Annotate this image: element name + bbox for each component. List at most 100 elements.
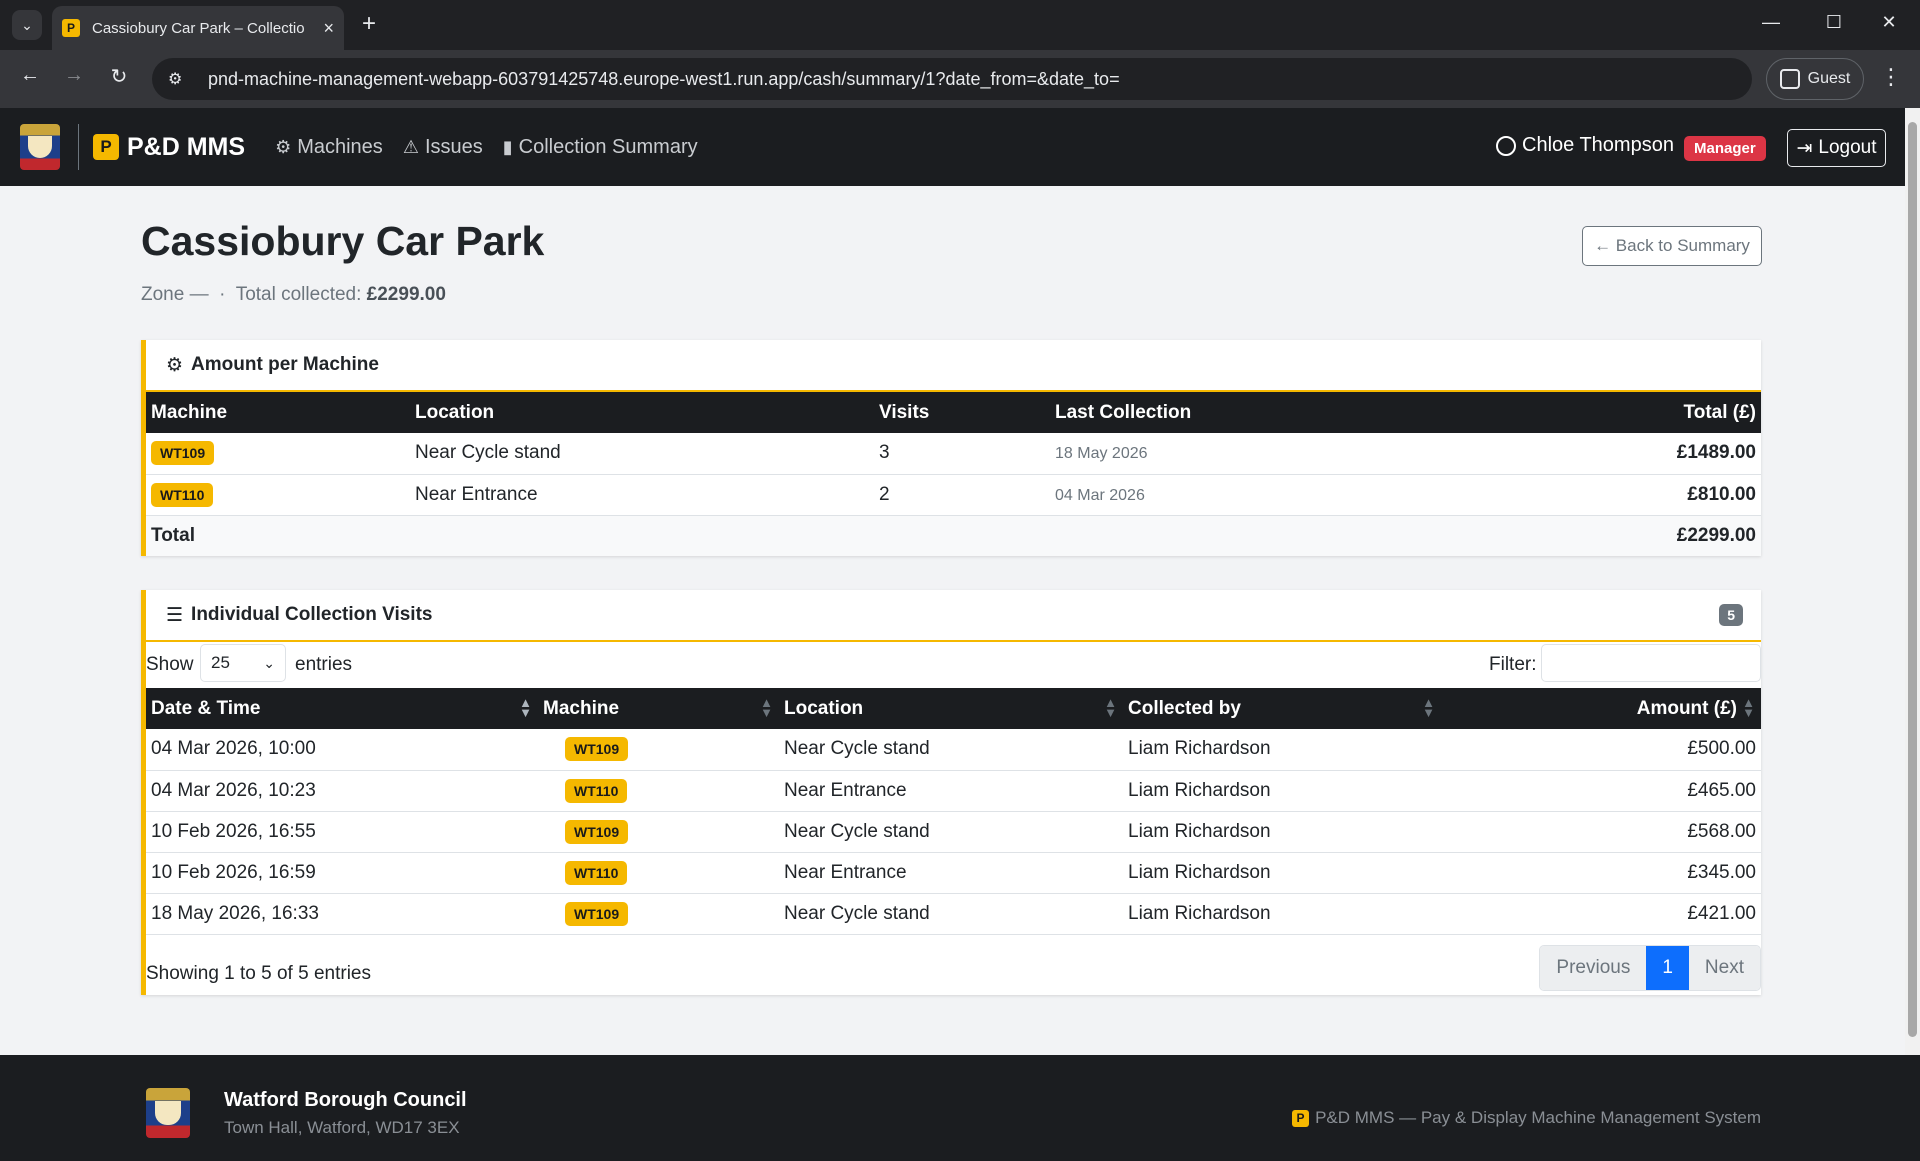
collector-cell: Liam Richardson — [1123, 770, 1441, 812]
reload-icon[interactable]: ↻ — [104, 64, 134, 89]
machine-badge[interactable]: WT110 — [565, 778, 628, 803]
user-menu[interactable]: Chloe Thompson — [1496, 134, 1674, 157]
sort-icon: ▲ ▼ — [1104, 695, 1117, 720]
location-cell: Near Cycle stand — [779, 729, 1123, 771]
user-circle-icon — [1496, 135, 1516, 156]
page-length-select[interactable]: 25 ⌄ — [200, 644, 286, 682]
sort-icon: ▲ ▼ — [760, 695, 773, 720]
council-crest-logo — [146, 1088, 190, 1138]
new-tab-plus-icon[interactable]: + — [354, 10, 384, 38]
page-title: Cassiobury Car Park — [141, 218, 545, 264]
logout-icon: ⇥ — [1796, 137, 1813, 159]
maximize-icon[interactable]: ☐ — [1819, 12, 1849, 33]
col-header: Visits — [879, 401, 930, 423]
total-collected-value: £2299.00 — [366, 284, 446, 305]
col-header: Total (£) — [1683, 401, 1756, 423]
last-collection-cell: 18 May 2026 — [1055, 445, 1148, 463]
machine-badge[interactable]: WT109 — [565, 901, 629, 926]
zone-text: Zone — — [141, 284, 209, 305]
profile-button[interactable]: Guest — [1766, 58, 1864, 100]
datetime-cell: 18 May 2026, 16:33 — [146, 893, 538, 935]
profile-icon — [1779, 69, 1800, 89]
back-to-summary-button[interactable]: ← Back to Summary — [1582, 226, 1762, 266]
minimize-icon[interactable]: — — [1756, 12, 1786, 33]
table-row: 10 Feb 2026, 16:55 WT109 Near Cycle stan… — [146, 811, 1761, 853]
machine-badge[interactable]: WT109 — [151, 441, 215, 466]
machine-badge[interactable]: WT109 — [565, 737, 629, 762]
browser-menu-icon[interactable]: ⋮ — [1880, 64, 1902, 90]
nav-link-collection-summary[interactable]: ▮ Collection Summary — [503, 136, 698, 159]
scrollbar-thumb[interactable] — [1908, 122, 1917, 1037]
col-header-datetime[interactable]: Date & Time ▲ ▼ — [146, 688, 538, 729]
total-cell: £810.00 — [1491, 474, 1761, 516]
sort-icon: ▲ ▼ — [1742, 695, 1755, 720]
window-close-icon[interactable]: ✕ — [1874, 12, 1904, 33]
total-label: Total collected: — [235, 284, 362, 305]
nav-link-label: Collection Summary — [518, 135, 698, 158]
table-total-row: Total £2299.00 — [146, 515, 1761, 556]
page-length-value: 25 — [211, 653, 230, 672]
col-header-amount[interactable]: Amount (£) ▲ ▼ — [1441, 688, 1761, 729]
url-text: pnd-machine-management-webapp-6037914257… — [208, 68, 1120, 89]
machine-badge[interactable]: WT110 — [151, 482, 214, 507]
col-header-machine[interactable]: Machine ▲ ▼ — [538, 688, 779, 729]
bar-chart-icon: ▮ — [502, 136, 513, 157]
machine-badge[interactable]: WT109 — [565, 819, 629, 844]
col-header: Location — [415, 401, 495, 423]
tab-favicon: P — [62, 19, 80, 37]
datetime-cell: 04 Mar 2026, 10:23 — [146, 770, 538, 812]
amount-cell: £345.00 — [1441, 852, 1761, 894]
tab-search-chevron-icon[interactable]: ⌄ — [12, 10, 42, 40]
pagination-previous[interactable]: Previous — [1540, 945, 1647, 990]
forward-arrow-icon[interactable]: → — [59, 64, 89, 87]
site-footer: Watford Borough Council Town Hall, Watfo… — [0, 1055, 1920, 1161]
cpu-icon: ⚙ — [166, 354, 184, 376]
role-badge: Manager — [1684, 136, 1766, 161]
sort-asc-icon: ▲ ▼ — [519, 695, 532, 720]
logout-button[interactable]: ⇥ Logout — [1787, 129, 1886, 167]
table-row: 10 Feb 2026, 16:59 WT110 Near Entrance L… — [146, 852, 1761, 894]
machine-badge[interactable]: WT110 — [565, 860, 628, 885]
brand-divider — [78, 124, 79, 170]
visits-count-badge: 5 — [1719, 604, 1743, 626]
collection-visits-card: ☰ Individual Collection Visits 5 Show 25… — [141, 590, 1761, 995]
nav-link-machines[interactable]: ⚙ Machines — [275, 136, 383, 159]
browser-tab[interactable]: P Cassiobury Car Park – Collection × — [52, 6, 344, 50]
tab-close-icon[interactable]: × — [323, 18, 334, 39]
user-name: Chloe Thompson — [1522, 134, 1674, 156]
footer-tagline: P P&D MMS — Pay & Display Machine Manage… — [1292, 1108, 1761, 1128]
brand-parking-icon: P — [93, 134, 119, 160]
col-header-location[interactable]: Location ▲ ▼ — [779, 688, 1123, 729]
pagination: Previous 1 Next — [1539, 944, 1761, 991]
amount-cell: £465.00 — [1441, 770, 1761, 812]
chevron-down-icon: ⌄ — [263, 654, 275, 671]
col-header: Last Collection — [1055, 401, 1192, 423]
footer-parking-icon: P — [1292, 1109, 1310, 1127]
back-arrow-icon[interactable]: ← — [15, 64, 45, 87]
nav-link-issues[interactable]: ⚠ Issues — [403, 136, 483, 159]
total-cell: £1489.00 — [1491, 433, 1761, 475]
brand-name[interactable]: P&D MMS — [127, 133, 245, 162]
pagination-next[interactable]: Next — [1688, 945, 1760, 990]
location-cell: Near Cycle stand — [779, 893, 1123, 935]
card-title: Individual Collection Visits — [191, 604, 433, 625]
col-header-collected-by[interactable]: Collected by ▲ ▼ — [1123, 688, 1441, 729]
location-cell: Near Entrance — [779, 852, 1123, 894]
page-scrollbar[interactable] — [1905, 108, 1920, 1056]
table-controls: Show 25 ⌄ entries Filter: — [146, 642, 1761, 688]
machines-table: Machine Location Visits Last Collection … — [146, 392, 1761, 556]
filter-input[interactable] — [1541, 644, 1761, 682]
site-info-icon[interactable]: ⚙ — [168, 69, 198, 89]
browser-tabstrip: ⌄ P Cassiobury Car Park – Collection × +… — [0, 0, 1920, 50]
council-crest-logo[interactable] — [20, 124, 60, 170]
entries-label: entries — [295, 654, 353, 675]
table-row: 18 May 2026, 16:33 WT109 Near Cycle stan… — [146, 893, 1761, 935]
total-row-label: Total — [146, 515, 410, 556]
table-row: WT109 Near Cycle stand 3 18 May 2026 £14… — [146, 433, 1761, 475]
datetime-cell: 10 Feb 2026, 16:55 — [146, 811, 538, 853]
collector-cell: Liam Richardson — [1123, 811, 1441, 853]
nav-link-label: Machines — [297, 135, 383, 158]
table-row: WT110 Near Entrance 2 04 Mar 2026 £810.0… — [146, 474, 1761, 516]
pagination-page-1[interactable]: 1 — [1646, 945, 1689, 990]
address-bar[interactable]: ⚙ pnd-machine-management-webapp-60379142… — [152, 58, 1752, 100]
